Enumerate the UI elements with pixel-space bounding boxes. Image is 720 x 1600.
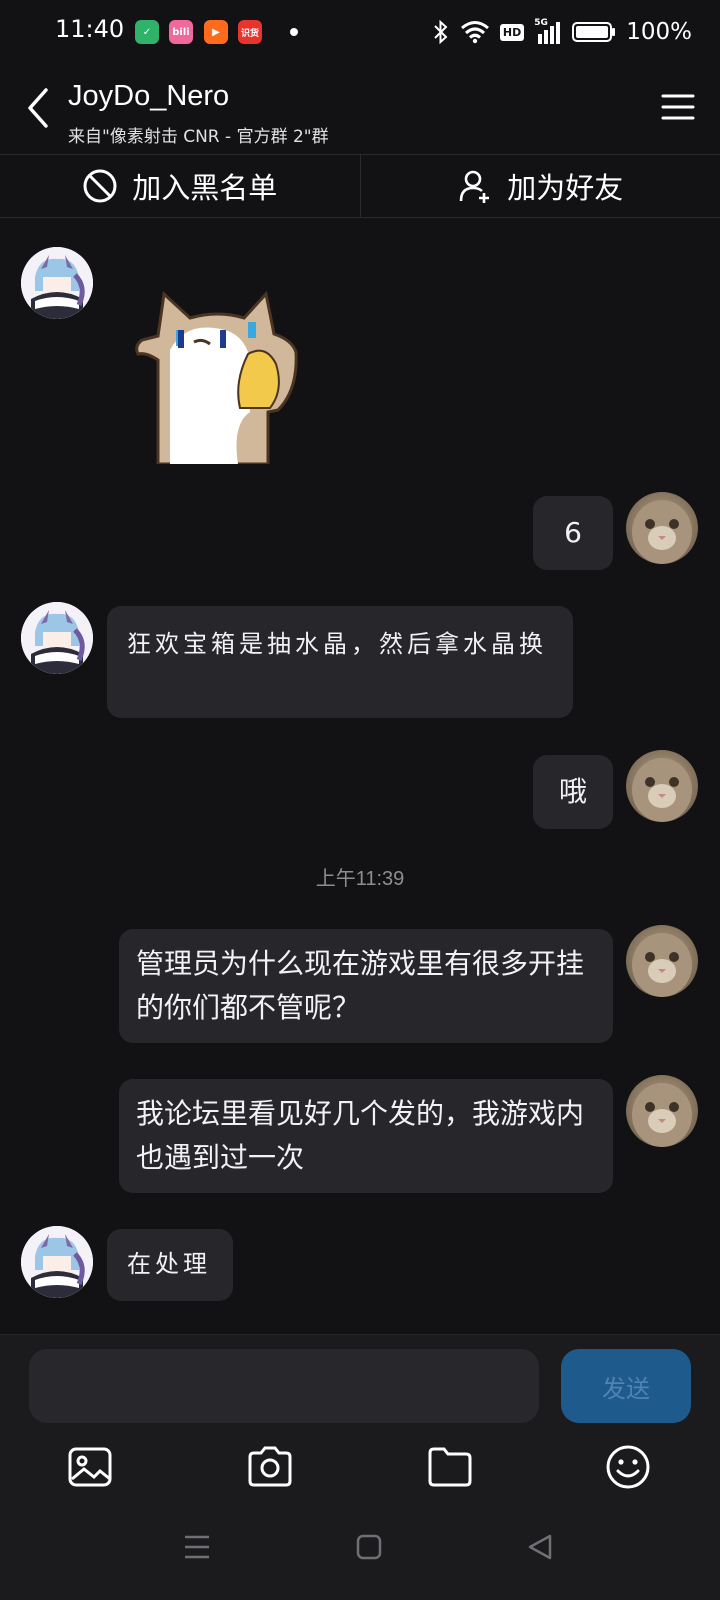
action-bar: 加入黑名单 加为好友 (0, 154, 720, 218)
sender-avatar[interactable] (21, 247, 93, 319)
message-text: 我论坛里看见好几个发的，我游戏内也遇到过一次 (136, 1097, 585, 1174)
shield-app-icon: ✓ (135, 20, 159, 44)
camera-icon[interactable] (246, 1443, 294, 1491)
wifi-icon (460, 21, 489, 44)
hd-badge: HD (499, 23, 525, 41)
contact-name: JoyDo_Nero (68, 80, 230, 112)
contact-source: 来自"像素射击 CNR - 官方群 2"群 (68, 127, 329, 147)
message-text: 狂欢宝箱是抽水晶，然后拿水晶换 (127, 630, 547, 658)
notification-dot (290, 28, 298, 36)
bluetooth-icon (434, 19, 448, 45)
message-text: 管理员为什么现在游戏里有很多开挂的你们都不管呢？ (136, 947, 585, 1024)
block-icon (83, 169, 117, 203)
message-input[interactable] (29, 1349, 539, 1423)
add-friend-button[interactable]: 加为好友 (361, 155, 720, 217)
folder-icon[interactable] (426, 1443, 474, 1491)
recents-nav-icon[interactable] (182, 1532, 212, 1562)
self-avatar[interactable] (626, 750, 698, 822)
status-time: 11:40 (55, 15, 125, 43)
status-right: HD 5G 100% (432, 16, 692, 48)
self-avatar[interactable] (626, 925, 698, 997)
message-bubble-other[interactable]: 在处理 (107, 1229, 233, 1301)
status-bar: 11:40 ✓ bili ▶ 识货 HD 5G 100% (0, 0, 720, 64)
image-icon[interactable] (66, 1443, 114, 1491)
shiyou-app-icon: 识货 (238, 20, 262, 44)
blacklist-label: 加入黑名单 (132, 171, 278, 205)
add-friend-label: 加为好友 (507, 171, 624, 205)
sender-avatar[interactable] (21, 1226, 93, 1298)
message-bubble-self[interactable]: 管理员为什么现在游戏里有很多开挂的你们都不管呢？ (119, 929, 613, 1043)
battery-icon (572, 22, 616, 42)
blacklist-button[interactable]: 加入黑名单 (0, 155, 360, 217)
emoji-icon[interactable] (604, 1443, 652, 1491)
back-icon[interactable] (22, 86, 52, 130)
sender-avatar[interactable] (21, 602, 93, 674)
add-user-icon (459, 170, 490, 203)
self-avatar[interactable] (626, 1075, 698, 1147)
message-text: 哦 (558, 775, 587, 808)
back-nav-icon[interactable] (526, 1532, 556, 1562)
message-bubble-other[interactable]: 狂欢宝箱是抽水晶，然后拿水晶换 (107, 606, 573, 718)
sticker-image[interactable] (128, 290, 304, 466)
message-timestamp: 上午11:39 (315, 868, 405, 890)
home-nav-icon[interactable] (354, 1532, 384, 1562)
self-avatar[interactable] (626, 492, 698, 564)
signal-icon (538, 22, 561, 44)
menu-icon[interactable] (660, 92, 696, 122)
battery-percent: 100% (626, 19, 692, 45)
signal-5g: 5G (534, 18, 562, 44)
message-bubble-self[interactable]: 6 (533, 496, 613, 570)
message-bubble-self[interactable]: 我论坛里看见好几个发的，我游戏内也遇到过一次 (119, 1079, 613, 1193)
send-button[interactable]: 发送 (561, 1349, 691, 1423)
chat-header: JoyDo_Nero 来自"像素射击 CNR - 官方群 2"群 (0, 66, 720, 154)
message-text: 在处理 (127, 1250, 211, 1278)
kuaishou-app-icon: ▶ (204, 20, 228, 44)
system-nav-bar (0, 1510, 720, 1600)
message-text: 6 (564, 516, 582, 549)
bilibili-app-icon: bili (169, 20, 193, 44)
message-bubble-self[interactable]: 哦 (533, 755, 613, 829)
